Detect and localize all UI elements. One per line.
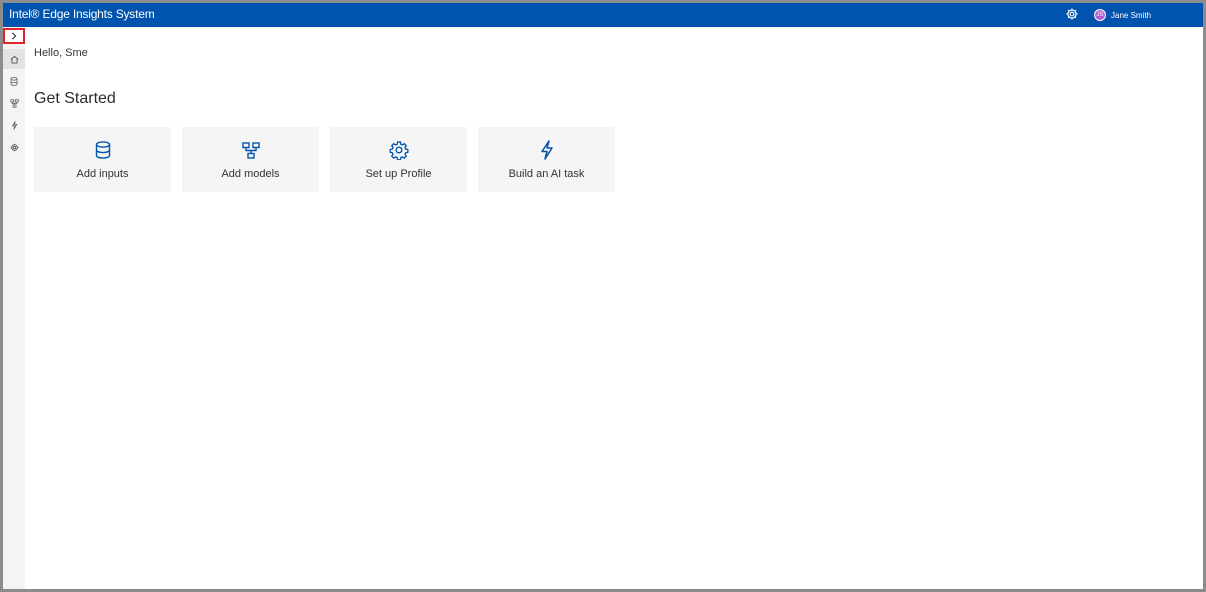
sidebar-item-home[interactable] [3,49,25,69]
sidebar-item-tasks[interactable] [3,115,25,135]
user-menu[interactable]: JS Jane Smith [1094,6,1151,24]
section-title: Get Started [34,90,116,107]
top-bar: Intel® Edge Insights System JS Jane Smit… [3,3,1203,27]
settings-button[interactable] [1065,7,1079,21]
sidebar-item-models[interactable] [3,93,25,113]
database-icon [10,76,18,86]
greeting: Hello, Sme [34,47,88,59]
card-build-ai-task[interactable]: Build an AI task [478,127,615,192]
lightning-icon [11,120,17,130]
sidebar [3,27,25,589]
gear-icon [10,143,18,151]
sidebar-item-settings[interactable] [3,137,25,157]
models-icon [241,141,260,159]
avatar: JS [1094,9,1106,21]
card-label: Build an AI task [508,168,585,180]
lightning-icon [540,140,553,160]
card-add-models[interactable]: Add models [182,127,319,192]
card-label: Add inputs [76,168,129,180]
main-content: Hello, Sme Get Started Add inputs Add mo… [25,27,1203,589]
card-add-inputs[interactable]: Add inputs [34,127,171,192]
database-icon [95,141,110,159]
sidebar-expand-button[interactable] [3,28,25,44]
gear-icon [1066,8,1078,20]
app-title: Intel® Edge Insights System [9,7,155,21]
app-window: Intel® Edge Insights System JS Jane Smit… [0,0,1206,592]
card-label: Set up Profile [365,168,432,180]
gear-icon [389,141,408,160]
card-label: Add models [221,168,280,180]
card-set-up-profile[interactable]: Set up Profile [330,127,467,192]
sidebar-item-inputs[interactable] [3,71,25,91]
home-icon [10,55,18,64]
user-name: Jane Smith [1111,10,1152,20]
models-icon [9,98,19,108]
chevron-right-icon [12,32,17,40]
